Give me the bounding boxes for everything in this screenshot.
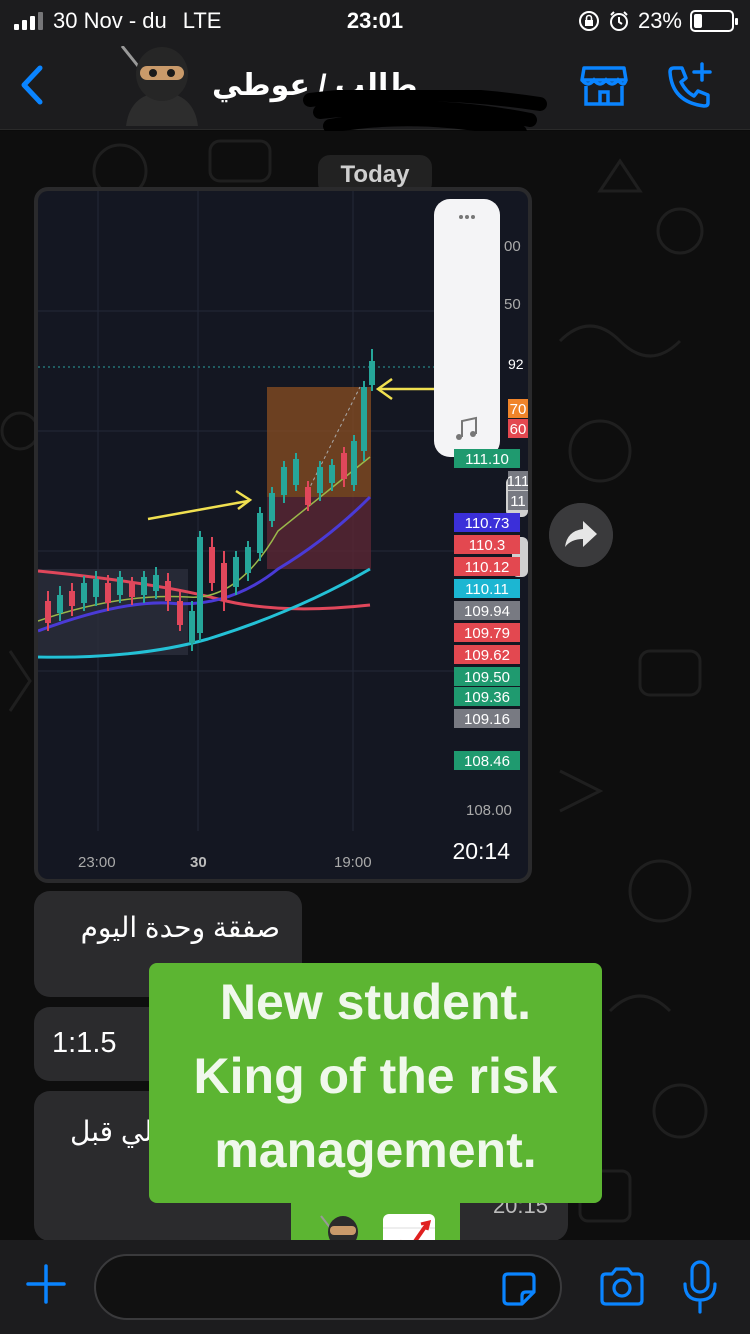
plus-icon[interactable]: [24, 1262, 68, 1306]
price-tag-label: 109.36: [464, 689, 510, 706]
sticker-icon[interactable]: [500, 1270, 538, 1308]
status-right: 23%: [578, 8, 738, 34]
price-tag-label: 109.79: [464, 625, 510, 642]
price-tag-label: 110.11: [465, 581, 509, 598]
avatar[interactable]: [112, 46, 212, 126]
orientation-lock-icon: [578, 11, 599, 31]
back-chevron-icon[interactable]: [14, 60, 54, 110]
message-input[interactable]: [94, 1254, 562, 1320]
chart-screenshot: 00 50 7060111.1011111110.73110.3110.1211…: [38, 191, 528, 879]
alarm-icon: [609, 11, 628, 31]
price-tag-label: 70: [510, 401, 527, 418]
chart-ylabel-top: 00: [504, 238, 521, 255]
chart-increasing-icon: [382, 1214, 435, 1240]
add-call-icon[interactable]: [664, 60, 716, 112]
message-text: صفقة وحدة اليوم: [80, 912, 280, 943]
price-tag-label: 110.12: [465, 559, 510, 576]
battery-percent: 23%: [637, 8, 682, 33]
status-bar: 30 Nov - du LTE 23:01 23%: [0, 0, 750, 40]
compose-bar: [0, 1240, 750, 1334]
message-text: لي قبل: [70, 1116, 153, 1147]
overlay-caption-sticker: New student. King of the risk management…: [149, 963, 602, 1203]
battery-icon: [690, 10, 738, 32]
price-tag-label: 108.46: [464, 753, 510, 770]
caption-emoji-row: [291, 1201, 460, 1240]
price-tag-label: 111: [507, 473, 528, 490]
price-tag-label: 109.50: [464, 669, 510, 686]
image-message[interactable]: 00 50 70 60 111.10 111 11 110.73 110.3 110.12 11…: [34, 187, 532, 883]
caption-line: management.: [214, 1122, 537, 1178]
chat-area[interactable]: Today 00 50 70 60 111.10 111 11 110.73 1…: [0, 131, 750, 1240]
price-tag-label: 109.16: [464, 711, 510, 728]
caption-line: King of the risk: [193, 1048, 558, 1104]
caption-line: New student.: [219, 974, 532, 1030]
price-tag-label: 92: [508, 356, 524, 372]
image-timestamp: 20:14: [452, 838, 510, 864]
message-text: 1:1.5: [52, 1027, 117, 1059]
forward-icon[interactable]: [549, 503, 613, 567]
chart-xtick-1: 23:00: [78, 854, 116, 871]
price-tag-label: 110.3: [469, 537, 505, 554]
chart-xtick-2: 30: [190, 854, 207, 871]
chart-xtick-3: 19:00: [334, 854, 372, 871]
price-tag-label: 60: [510, 421, 527, 438]
price-tag-label: 111.10: [465, 451, 509, 468]
microphone-icon[interactable]: [682, 1260, 718, 1316]
price-tag-label: 11: [510, 493, 526, 510]
chart-axis-bottom-value: 108.00: [466, 802, 512, 819]
price-tag-label: 110.73: [465, 515, 510, 532]
chat-header: طالب / عوطي: [0, 40, 750, 207]
shop-icon[interactable]: [578, 60, 630, 112]
camera-icon[interactable]: [598, 1266, 646, 1308]
price-tag-label: 109.62: [464, 647, 510, 664]
ninja-icon: [319, 1215, 358, 1240]
price-tag-label: 109.94: [464, 603, 510, 620]
chart-ylabel-mid: 50: [504, 296, 521, 313]
